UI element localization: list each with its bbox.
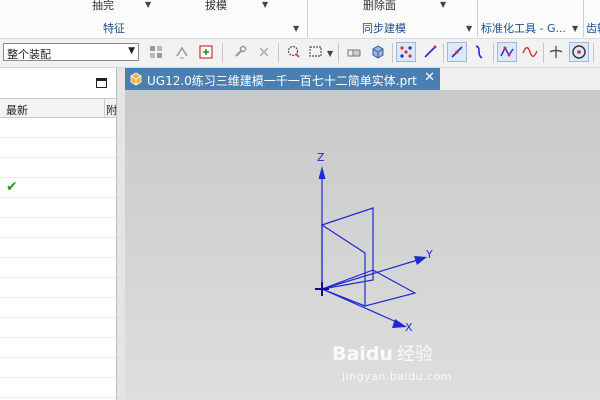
- ribbon-group-feature: 特征: [103, 22, 125, 35]
- cube-icon[interactable]: [368, 42, 388, 62]
- toolbar-separator: [593, 43, 594, 63]
- toolbar-separator: [278, 43, 279, 63]
- selection-scope-value: 整个装配: [7, 48, 51, 61]
- feature-select-icon[interactable]: [146, 42, 166, 62]
- document-tab[interactable]: UG12.0练习三维建模一千一百七十二简单实体.prt ✕: [125, 68, 440, 90]
- column-latest[interactable]: 最新: [6, 102, 28, 118]
- list-item[interactable]: [0, 358, 116, 378]
- component-icon[interactable]: [196, 42, 216, 62]
- point-snap-icon[interactable]: [396, 42, 416, 62]
- document-tab-bar: UG12.0练习三维建模一千一百七十二简单实体.prt ✕: [125, 68, 600, 90]
- group-menu-arrow-icon[interactable]: ▼: [466, 24, 472, 33]
- ribbon-group-sync-modeling: 同步建模: [362, 22, 406, 35]
- z-axis-arrow: [318, 166, 326, 179]
- toolbar-separator: [392, 43, 393, 63]
- settings-gear-icon[interactable]: [254, 42, 274, 62]
- navigator-rows: ✔: [0, 118, 116, 398]
- navigator-header: [0, 68, 116, 98]
- list-item[interactable]: [0, 318, 116, 338]
- watermark-logo: Baidu: [332, 343, 393, 365]
- curve-icon[interactable]: [470, 42, 490, 62]
- eraser-icon[interactable]: [344, 42, 364, 62]
- circle-select-icon[interactable]: [284, 42, 304, 62]
- rectangle-select-icon[interactable]: [306, 42, 326, 62]
- intersection-icon[interactable]: [546, 42, 566, 62]
- list-item[interactable]: [0, 138, 116, 158]
- spline-point-icon[interactable]: [497, 42, 517, 62]
- ribbon-item-draft[interactable]: 拔模: [205, 0, 227, 13]
- dropdown-arrow-icon[interactable]: ▼: [440, 0, 446, 9]
- document-tab-title: UG12.0练习三维建模一千一百七十二简单实体.prt: [147, 74, 417, 88]
- list-item[interactable]: [0, 218, 116, 238]
- y-axis-label: Y: [426, 248, 433, 261]
- selection-scope-dropdown[interactable]: 整个装配 ▼: [3, 43, 139, 61]
- group-menu-arrow-icon[interactable]: ▼: [572, 24, 578, 33]
- ribbon-separator: [583, 0, 584, 37]
- part-file-icon: [130, 72, 142, 86]
- x-axis-label: X: [405, 321, 413, 334]
- ribbon: 抽完 ▼ 拔模 ▼ 删除面 ▼ 特征 ▼ 同步建模 ▼ 标准化工具 - G...…: [0, 0, 600, 39]
- wrench-icon[interactable]: [230, 42, 250, 62]
- dropdown-arrow-icon[interactable]: ▼: [145, 0, 151, 9]
- navigator-column-header: 最新 附: [0, 98, 117, 118]
- column-attachment[interactable]: 附: [106, 102, 117, 118]
- toolbar-separator: [443, 43, 444, 63]
- chevron-down-icon[interactable]: ▼: [327, 49, 333, 58]
- y-axis-line: [321, 258, 422, 290]
- ribbon-group-standard-tools: 标准化工具 - G...: [481, 22, 566, 35]
- list-item[interactable]: ✔: [0, 178, 116, 198]
- snap-arrows-icon[interactable]: [172, 42, 192, 62]
- list-item[interactable]: [0, 198, 116, 218]
- ribbon-item-delete-face[interactable]: 删除面: [363, 0, 396, 13]
- origin-cross-icon: [315, 282, 329, 296]
- toolbar-separator: [543, 43, 544, 63]
- dropdown-arrow-icon[interactable]: ▼: [262, 0, 268, 9]
- column-divider[interactable]: [104, 99, 105, 117]
- datum-plane-yz: [321, 224, 366, 307]
- x-axis-line: [321, 288, 402, 325]
- list-item[interactable]: [0, 238, 116, 258]
- list-item[interactable]: [0, 118, 116, 138]
- watermark-suffix: 经验: [396, 344, 433, 365]
- line-diagonal-icon[interactable]: [447, 42, 467, 62]
- watermark-url: jingyan.baidu.com: [342, 370, 453, 383]
- list-item[interactable]: [0, 278, 116, 298]
- list-item[interactable]: [0, 378, 116, 398]
- z-axis-label: Z: [317, 151, 325, 164]
- toolbar-separator: [493, 43, 494, 63]
- splitter[interactable]: [117, 68, 125, 400]
- checkmark-icon: ✔: [6, 179, 18, 195]
- chevron-down-icon: ▼: [128, 46, 135, 56]
- group-menu-arrow-icon[interactable]: ▼: [293, 24, 299, 33]
- list-item[interactable]: [0, 338, 116, 358]
- toolbar-separator: [222, 43, 223, 63]
- close-icon[interactable]: ✕: [424, 70, 435, 85]
- ribbon-separator: [477, 0, 478, 37]
- toolbar-separator: [338, 43, 339, 63]
- selection-toolbar: 整个装配 ▼ ▼: [0, 39, 600, 68]
- circle-center-icon[interactable]: [569, 42, 589, 62]
- list-item[interactable]: [0, 158, 116, 178]
- list-item[interactable]: [0, 298, 116, 318]
- sine-curve-icon[interactable]: [520, 42, 540, 62]
- ribbon-separator: [307, 0, 308, 37]
- ribbon-group-gear: 齿轮: [586, 22, 600, 35]
- ribbon-item-draft-edge[interactable]: 抽完: [92, 0, 114, 13]
- line-icon[interactable]: [420, 42, 440, 62]
- watermark: Baidu 经验 jingyan.baidu.com: [332, 340, 452, 383]
- part-navigator: 最新 附 ✔: [0, 68, 117, 400]
- maximize-icon[interactable]: [96, 78, 107, 88]
- list-item[interactable]: [0, 258, 116, 278]
